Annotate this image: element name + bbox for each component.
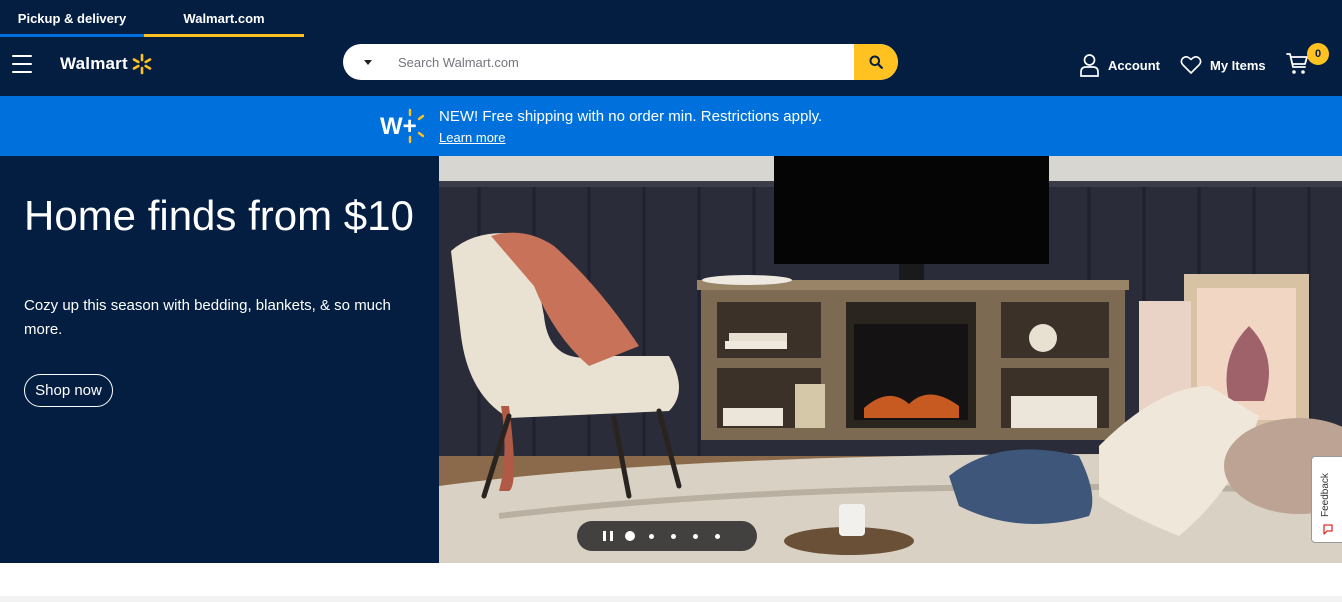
- tab-label: Walmart.com: [183, 11, 265, 26]
- tab-label: Pickup & delivery: [17, 11, 127, 26]
- account-button[interactable]: Account: [1079, 50, 1160, 80]
- tab-walmart-com[interactable]: Walmart.com: [144, 0, 304, 37]
- top-tabs: Pickup & delivery Walmart.com: [0, 0, 304, 37]
- menu-icon[interactable]: [12, 55, 32, 75]
- carousel-controls: [577, 521, 757, 551]
- carousel-dot-1[interactable]: [625, 531, 635, 541]
- hero-subtitle: Cozy up this season with bedding, blanke…: [24, 297, 391, 338]
- logo-text: Walmart: [60, 54, 128, 73]
- shop-now-button[interactable]: Shop now: [24, 374, 113, 407]
- account-label: Account: [1108, 57, 1160, 73]
- person-icon: [1080, 54, 1099, 77]
- heart-icon: [1180, 56, 1202, 74]
- cart-count-badge: 0: [1307, 43, 1329, 65]
- carousel-dot-3[interactable]: [671, 533, 676, 539]
- living-room-illustration: [439, 156, 1342, 563]
- hero-title: Home finds from $10: [24, 192, 414, 239]
- department-dropdown[interactable]: [343, 44, 383, 80]
- feedback-tab[interactable]: Feedback: [1311, 456, 1342, 543]
- search-bar: [343, 44, 898, 80]
- speech-bubble-icon: [1323, 524, 1333, 535]
- tab-pickup-delivery[interactable]: Pickup & delivery: [0, 0, 144, 37]
- carousel-dot-4[interactable]: [693, 533, 698, 539]
- search-input[interactable]: [383, 44, 854, 80]
- search-icon: [869, 55, 883, 69]
- hero-text-panel: Home finds from $10 Cozy up this season …: [0, 156, 439, 563]
- spark-icon: [132, 53, 152, 75]
- feedback-label: Feedback: [1320, 473, 1331, 517]
- promo-message: NEW! Free shipping with no order min. Re…: [439, 108, 823, 125]
- promo-banner: W+ NEW! Free shipping with no order min.…: [0, 96, 1342, 156]
- pause-icon[interactable]: [603, 531, 613, 541]
- learn-more-link[interactable]: Learn more: [439, 130, 505, 145]
- carousel-dot-5[interactable]: [715, 533, 720, 539]
- hero-image[interactable]: [439, 156, 1342, 563]
- my-items-label: My Items: [1210, 57, 1266, 73]
- section-divider: [0, 596, 1342, 602]
- walmart-logo[interactable]: Walmart: [60, 53, 153, 75]
- wplus-text: W+: [380, 113, 417, 140]
- header-bar: Pickup & delivery Walmart.com Walmart Se…: [0, 0, 1342, 96]
- search-button[interactable]: [854, 44, 898, 80]
- my-items-button[interactable]: My Items: [1180, 50, 1266, 80]
- walmart-plus-logo: W+: [380, 108, 425, 144]
- caret-down-icon: [364, 59, 372, 65]
- carousel-dot-2[interactable]: [649, 533, 654, 539]
